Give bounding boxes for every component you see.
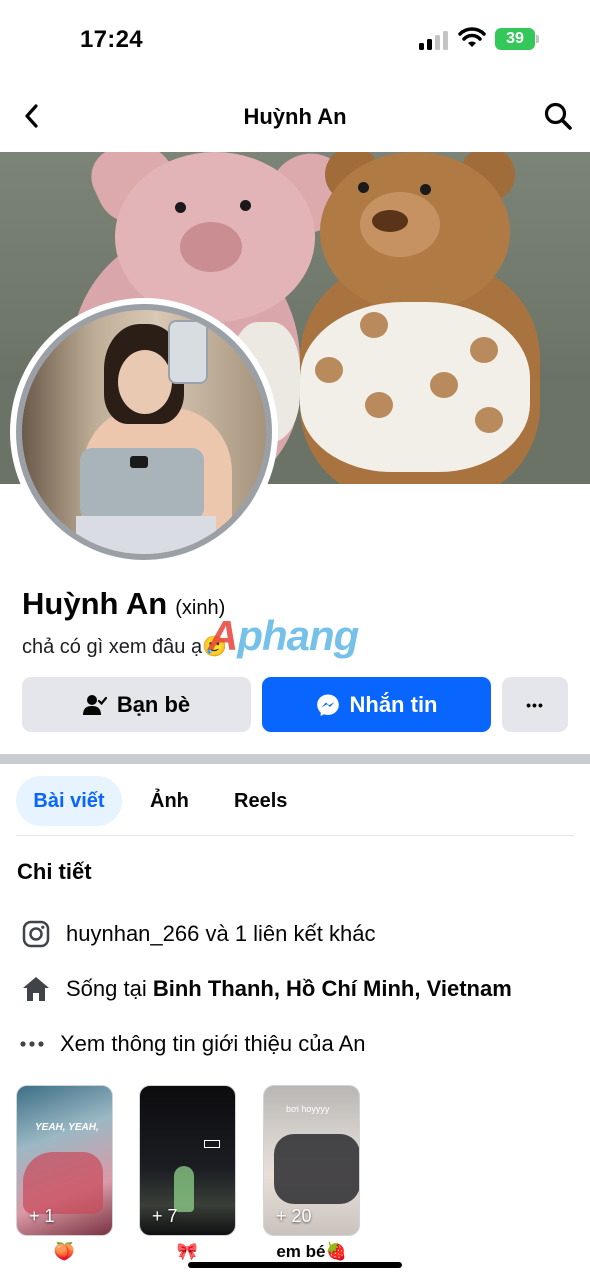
highlight-1-count: + 1 — [29, 1206, 55, 1226]
friends-button-label: Bạn bè — [116, 691, 191, 717]
search-button[interactable] — [540, 98, 576, 134]
highlight-1-label: 🍑 — [53, 1242, 76, 1261]
featured-highlight-1[interactable]: YEAH, YEAH, + 1 — [16, 1085, 113, 1236]
featured-highlight-2[interactable]: + 7 — [139, 1085, 236, 1236]
tab-reels[interactable]: Reels — [234, 776, 287, 826]
message-button-label: Nhắn tin — [349, 691, 438, 717]
messenger-icon — [316, 693, 340, 717]
cellular-signal-icon — [419, 30, 449, 50]
status-time: 17:24 — [80, 26, 143, 53]
detail-instagram[interactable]: huynhan_266 và 1 liên kết khác — [20, 918, 375, 950]
person-check-icon — [82, 694, 107, 716]
tab-photos[interactable]: Ảnh — [150, 776, 189, 826]
ellipsis-icon — [16, 1028, 48, 1060]
featured-highlight-3[interactable]: bơi hoyyyy + 20 — [263, 1085, 360, 1236]
instagram-icon — [20, 918, 52, 950]
ellipsis-icon: ••• — [526, 696, 544, 713]
friends-button[interactable]: Bạn bè — [22, 677, 251, 732]
lives-in-prefix: Sống tại — [66, 976, 153, 1001]
highlight-2-label: 🎀 — [176, 1242, 199, 1261]
battery-icon: 39 — [495, 28, 539, 50]
about-link-text: Xem thông tin giới thiệu của An — [60, 1031, 366, 1056]
highlight-2-count: + 7 — [152, 1206, 178, 1226]
wifi-icon — [458, 27, 486, 49]
home-icon — [20, 973, 52, 1005]
section-divider — [0, 754, 590, 764]
home-indicator[interactable] — [188, 1262, 402, 1268]
profile-name: Huỳnh An — [22, 586, 168, 621]
tab-posts[interactable]: Bài viết — [16, 776, 122, 826]
highlight-1-caption: YEAH, YEAH, — [35, 1122, 99, 1133]
watermark-logo: Aphang — [208, 612, 359, 659]
top-nav: Huỳnh An — [0, 88, 590, 146]
message-button[interactable]: Nhắn tin — [262, 677, 491, 732]
profile-bio: chả có gì xem đâu ạ🥲 — [22, 636, 228, 658]
avatar[interactable] — [22, 310, 266, 554]
battery-level: 39 — [506, 30, 524, 47]
instagram-link-text: huynhan_266 và 1 liên kết khác — [66, 921, 376, 946]
nav-title: Huỳnh An — [243, 104, 347, 129]
profile-name-row: Huỳnh An (xinh) — [22, 586, 225, 622]
highlight-3-caption: bơi hoyyyy — [286, 1104, 330, 1114]
highlight-3-label: em bé🍓 — [276, 1242, 347, 1261]
search-icon — [544, 102, 572, 130]
detail-about-link[interactable]: Xem thông tin giới thiệu của An — [16, 1028, 366, 1060]
highlight-3-count: + 20 — [276, 1206, 312, 1226]
detail-lives-in: Sống tại Binh Thanh, Hồ Chí Minh, Vietna… — [20, 973, 512, 1005]
details-title: Chi tiết — [17, 859, 92, 884]
more-options-button[interactable]: ••• — [502, 677, 568, 732]
lives-in-place[interactable]: Binh Thanh, Hồ Chí Minh, Vietnam — [153, 976, 512, 1002]
status-bar: 17:24 39 — [0, 0, 590, 80]
tabs-divider — [16, 835, 574, 836]
